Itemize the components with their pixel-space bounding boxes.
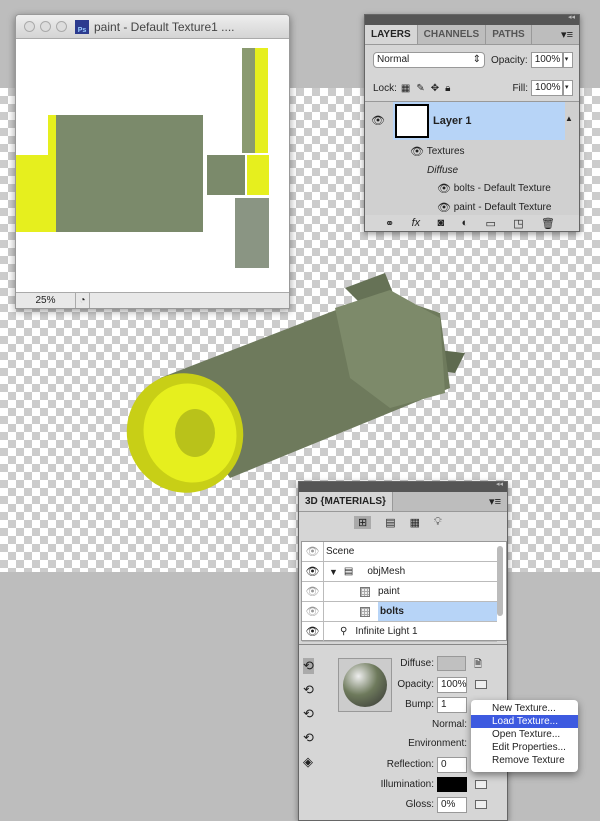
material-filter-icon[interactable]: ▦ <box>410 516 420 529</box>
scene-item-objmesh[interactable]: 👁︎ ▼ ▤ objMesh <box>302 561 497 582</box>
layer-style-fx-icon[interactable]: fx <box>412 217 421 230</box>
new-group-icon[interactable]: ▭ <box>485 217 495 230</box>
menu-item-new-texture[interactable]: New Texture... <box>471 702 578 715</box>
layer-row-layer-1[interactable]: Layer 1 <box>393 102 565 140</box>
opacity-label: Opacity: <box>397 679 434 690</box>
environment-label: Environment: <box>408 738 467 749</box>
diffuse-label: Diffuse: <box>400 658 434 669</box>
fill-dropdown[interactable]: ▾ <box>563 80 573 96</box>
blend-mode-select[interactable]: Normal ⇕ <box>373 52 485 68</box>
opacity-dropdown[interactable]: ▾ <box>562 52 573 68</box>
material-drop-icon[interactable]: ◈ <box>303 754 314 770</box>
document-window: Ps paint - Default Texture1 .... 25% ◔ <box>15 14 290 309</box>
zoom-button[interactable] <box>56 21 67 32</box>
scene-item-paint[interactable]: 👁︎ paint <box>302 581 497 602</box>
new-layer-icon[interactable]: ◳ <box>513 217 523 230</box>
eye-icon: 👁︎ <box>437 202 451 214</box>
fill-label: Fill: <box>512 82 528 94</box>
mesh-filter-icon[interactable]: ▤ <box>385 516 395 529</box>
tab-3d-materials[interactable]: 3D {MATERIALS} <box>299 492 393 511</box>
illumination-color-swatch[interactable] <box>437 777 467 792</box>
document-title-bar[interactable]: Ps paint - Default Texture1 .... <box>16 15 289 39</box>
scene-item-infinite-light[interactable]: 👁︎ ⚲ Infinite Light 1 <box>302 621 497 642</box>
layer-thumbnail <box>395 104 429 138</box>
textures-row[interactable]: 👁︎ Textures <box>410 142 565 161</box>
reflection-label: Reflection: <box>386 759 434 770</box>
menu-item-edit-properties[interactable]: Edit Properties... <box>471 741 578 754</box>
panel-header[interactable] <box>299 480 507 492</box>
lock-transparent-icon[interactable]: ▦ <box>401 83 410 94</box>
scene-item-bolts[interactable]: 👁︎ bolts <box>302 601 497 622</box>
menu-item-load-texture[interactable]: Load Texture... <box>471 715 578 728</box>
panel-header[interactable] <box>365 13 579 25</box>
texture-row-bolts[interactable]: 👁︎ bolts - Default Texture <box>437 179 565 198</box>
illumination-label: Illumination: <box>380 779 434 790</box>
gloss-input[interactable]: 0% <box>437 797 467 813</box>
reflection-input[interactable]: 0 <box>437 757 467 773</box>
bump-label: Bump: <box>405 699 434 710</box>
diffuse-texture-icon[interactable]: 🗎 <box>474 657 482 674</box>
lock-label: Lock: <box>373 82 397 94</box>
illumination-texture-folder-icon[interactable] <box>475 780 487 789</box>
lock-brush-icon[interactable]: ✎ <box>416 83 424 94</box>
rotate-material-icon[interactable]: ⟲ <box>303 682 314 698</box>
set-material-icon[interactable]: ⟲ <box>303 730 314 746</box>
texture-context-menu: New Texture... Load Texture... Open Text… <box>471 700 578 772</box>
trash-icon[interactable]: 🗑︎ <box>541 217 555 230</box>
lock-all-icon[interactable]: 🔒︎ <box>445 83 450 94</box>
roll-material-icon[interactable]: ⟲ <box>303 706 314 722</box>
scene-filter-icon[interactable]: ⊞ <box>354 516 372 529</box>
material-opacity-input[interactable]: 100% <box>437 677 467 693</box>
tab-channels[interactable]: CHANNELS <box>418 25 487 44</box>
tab-layers[interactable]: LAYERS <box>365 25 418 44</box>
texture-row-paint[interactable]: 👁︎ paint - Default Texture <box>437 198 565 217</box>
diffuse-label: Diffuse <box>427 165 459 176</box>
panel-menu-icon[interactable]: ▾≡ <box>489 495 501 508</box>
photoshop-icon: Ps <box>75 19 89 34</box>
light-filter-icon[interactable]: 💡︎ <box>434 516 442 529</box>
scene-tree: 👁︎ Scene 👁︎ ▼ ▤ objMesh 👁︎ paint 👁︎ bolts 👁︎ ⚲ I… <box>301 541 507 642</box>
link-layers-icon[interactable]: ⚭ <box>385 217 394 230</box>
document-title: paint - Default Texture1 .... <box>94 19 235 34</box>
material-tool-icon[interactable]: ⟲ <box>303 658 314 674</box>
lock-move-icon[interactable]: ✥ <box>431 83 439 94</box>
adjustment-layer-icon[interactable]: ◐ <box>461 217 468 230</box>
layer-name: Layer 1 <box>433 115 472 127</box>
status-menu-icon[interactable]: ◔ <box>76 293 90 308</box>
menu-item-open-texture[interactable]: Open Texture... <box>471 728 578 741</box>
layer-visibility-eye-icon[interactable]: 👁︎ <box>371 114 385 127</box>
normal-label: Normal: <box>431 719 467 730</box>
zoom-level-field[interactable]: 25% <box>16 293 76 308</box>
panel-menu-icon[interactable]: ▾≡ <box>561 28 573 41</box>
bump-input[interactable]: 1 <box>437 697 467 713</box>
layer-mask-icon[interactable]: ◙ <box>437 217 444 230</box>
tab-paths[interactable]: PATHS <box>486 25 532 44</box>
opacity-texture-folder-icon[interactable] <box>475 680 487 689</box>
gloss-label: Gloss: <box>405 799 434 810</box>
eye-icon: 👁︎ <box>437 183 451 195</box>
gloss-texture-folder-icon[interactable] <box>475 800 487 809</box>
opacity-input[interactable]: 100% <box>530 52 563 68</box>
scroll-up-icon[interactable]: ▲ <box>565 114 573 123</box>
fill-input[interactable]: 100% <box>531 80 563 96</box>
scene-item-scene[interactable]: 👁︎ Scene <box>302 541 497 562</box>
diffuse-color-swatch[interactable] <box>437 656 466 671</box>
opacity-label: Opacity: <box>491 54 528 66</box>
layers-panel: LAYERS CHANNELS PATHS ▾≡ Normal⇕ Opacity… <box>364 13 580 232</box>
scrollbar[interactable] <box>497 546 503 616</box>
minimize-button[interactable] <box>40 21 51 32</box>
eye-icon: 👁︎ <box>410 146 424 158</box>
document-status-bar: 25% ◔ <box>16 292 289 308</box>
menu-item-remove-texture[interactable]: Remove Texture <box>471 754 578 767</box>
close-button[interactable] <box>24 21 35 32</box>
